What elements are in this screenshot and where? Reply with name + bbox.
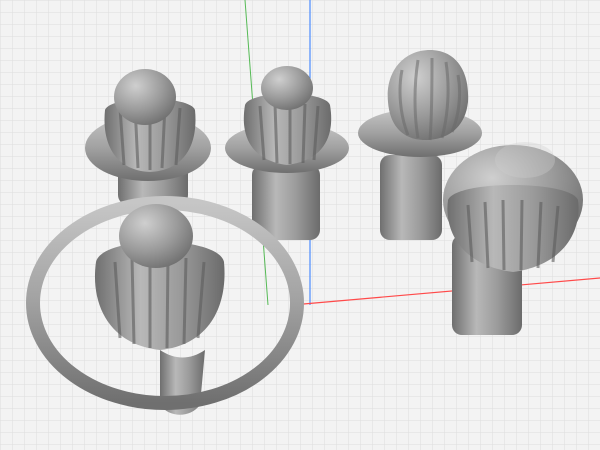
3d-viewport[interactable]: 3d-view xyxy=(0,0,600,450)
cap-highlight xyxy=(495,142,555,178)
dome xyxy=(119,204,193,268)
dome xyxy=(114,69,176,125)
dome xyxy=(261,66,313,110)
shaft xyxy=(380,155,442,240)
scene-svg[interactable] xyxy=(0,0,600,450)
ribbed-dome xyxy=(387,50,469,141)
